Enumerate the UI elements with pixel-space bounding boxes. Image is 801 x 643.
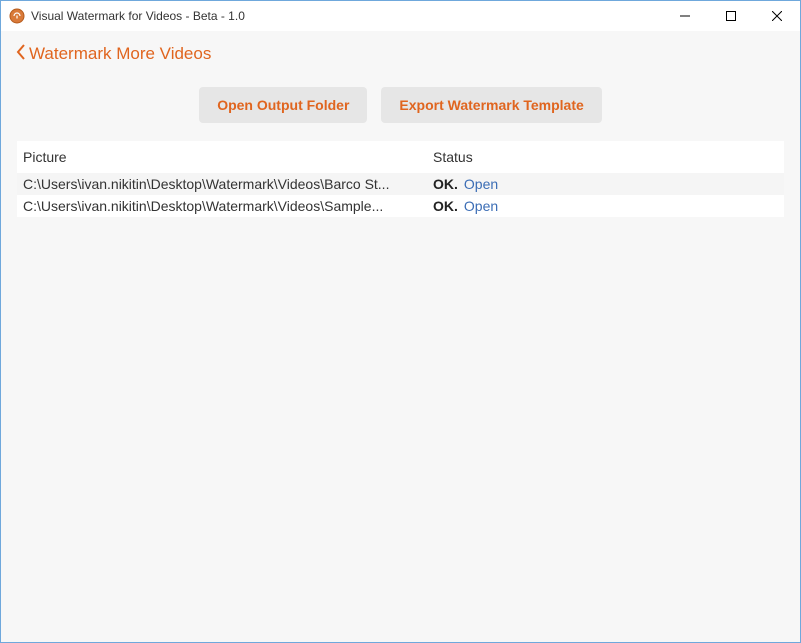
cell-status: OK. Open	[427, 198, 784, 214]
table-row: C:\Users\ivan.nikitin\Desktop\Watermark\…	[17, 195, 784, 217]
open-link[interactable]: Open	[464, 198, 498, 214]
content-area: Open Output Folder Export Watermark Temp…	[1, 79, 800, 217]
table-body: C:\Users\ivan.nikitin\Desktop\Watermark\…	[17, 173, 784, 217]
window-controls	[662, 1, 800, 31]
cell-picture: C:\Users\ivan.nikitin\Desktop\Watermark\…	[17, 176, 427, 192]
close-button[interactable]	[754, 1, 800, 31]
back-nav[interactable]: Watermark More Videos	[1, 31, 800, 79]
status-text: OK.	[433, 176, 458, 192]
header-status: Status	[427, 149, 784, 165]
maximize-button[interactable]	[708, 1, 754, 31]
window-title: Visual Watermark for Videos - Beta - 1.0	[31, 9, 245, 23]
results-table: Picture Status C:\Users\ivan.nikitin\Des…	[17, 141, 784, 217]
table-row: C:\Users\ivan.nikitin\Desktop\Watermark\…	[17, 173, 784, 195]
chevron-left-icon	[15, 43, 27, 65]
button-row: Open Output Folder Export Watermark Temp…	[17, 79, 784, 141]
app-icon	[9, 8, 25, 24]
app-body: Watermark More Videos Open Output Folder…	[1, 31, 800, 642]
cell-status: OK. Open	[427, 176, 784, 192]
minimize-button[interactable]	[662, 1, 708, 31]
header-picture: Picture	[17, 149, 427, 165]
window-titlebar: Visual Watermark for Videos - Beta - 1.0	[1, 1, 800, 31]
cell-picture: C:\Users\ivan.nikitin\Desktop\Watermark\…	[17, 198, 427, 214]
export-template-button[interactable]: Export Watermark Template	[381, 87, 601, 123]
open-link[interactable]: Open	[464, 176, 498, 192]
status-text: OK.	[433, 198, 458, 214]
table-header: Picture Status	[17, 141, 784, 173]
open-output-folder-button[interactable]: Open Output Folder	[199, 87, 367, 123]
back-nav-label: Watermark More Videos	[29, 44, 211, 64]
